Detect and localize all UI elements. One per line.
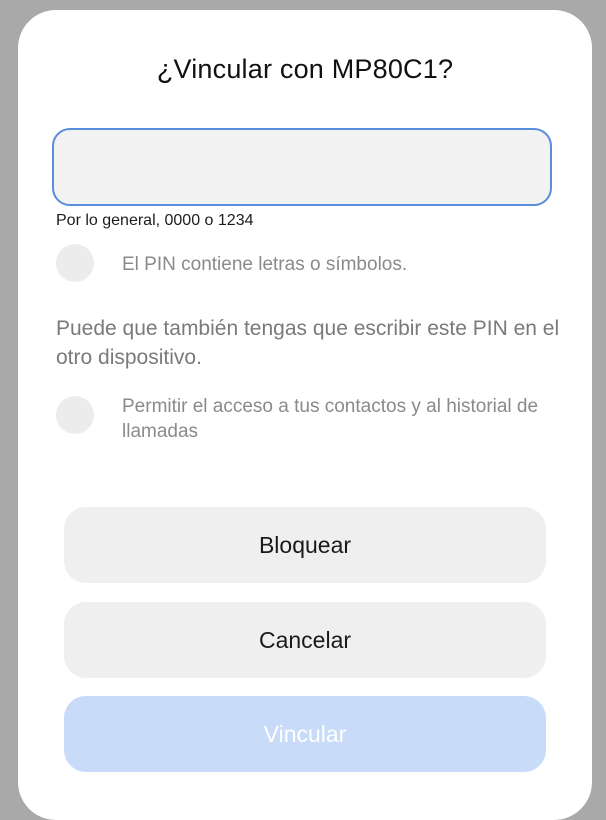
pairing-dialog: ¿Vincular con MP80C1? Por lo general, 00… — [18, 10, 592, 820]
contacts-access-label: Permitir el acceso a tus contactos y al … — [122, 396, 539, 442]
pin-hint: Por lo general, 0000 o 1234 — [56, 212, 254, 229]
contacts-access-checkbox-row[interactable]: Permitir el acceso a tus contactos y al … — [56, 396, 542, 444]
contacts-access-checkbox[interactable] — [56, 396, 94, 434]
pin-note: Puede que también tengas que escribir es… — [56, 317, 560, 369]
pin-letters-checkbox-row[interactable]: El PIN contiene letras o símbolos. — [56, 244, 407, 282]
block-button[interactable]: Bloquear — [64, 507, 546, 583]
pin-letters-checkbox[interactable] — [56, 244, 94, 282]
cancel-button[interactable]: Cancelar — [64, 602, 546, 678]
pin-input[interactable] — [52, 128, 552, 206]
dialog-title: ¿Vincular con MP80C1? — [156, 54, 454, 84]
pair-button[interactable]: Vincular — [64, 696, 546, 772]
pin-letters-label: El PIN contiene letras o símbolos. — [122, 254, 408, 275]
